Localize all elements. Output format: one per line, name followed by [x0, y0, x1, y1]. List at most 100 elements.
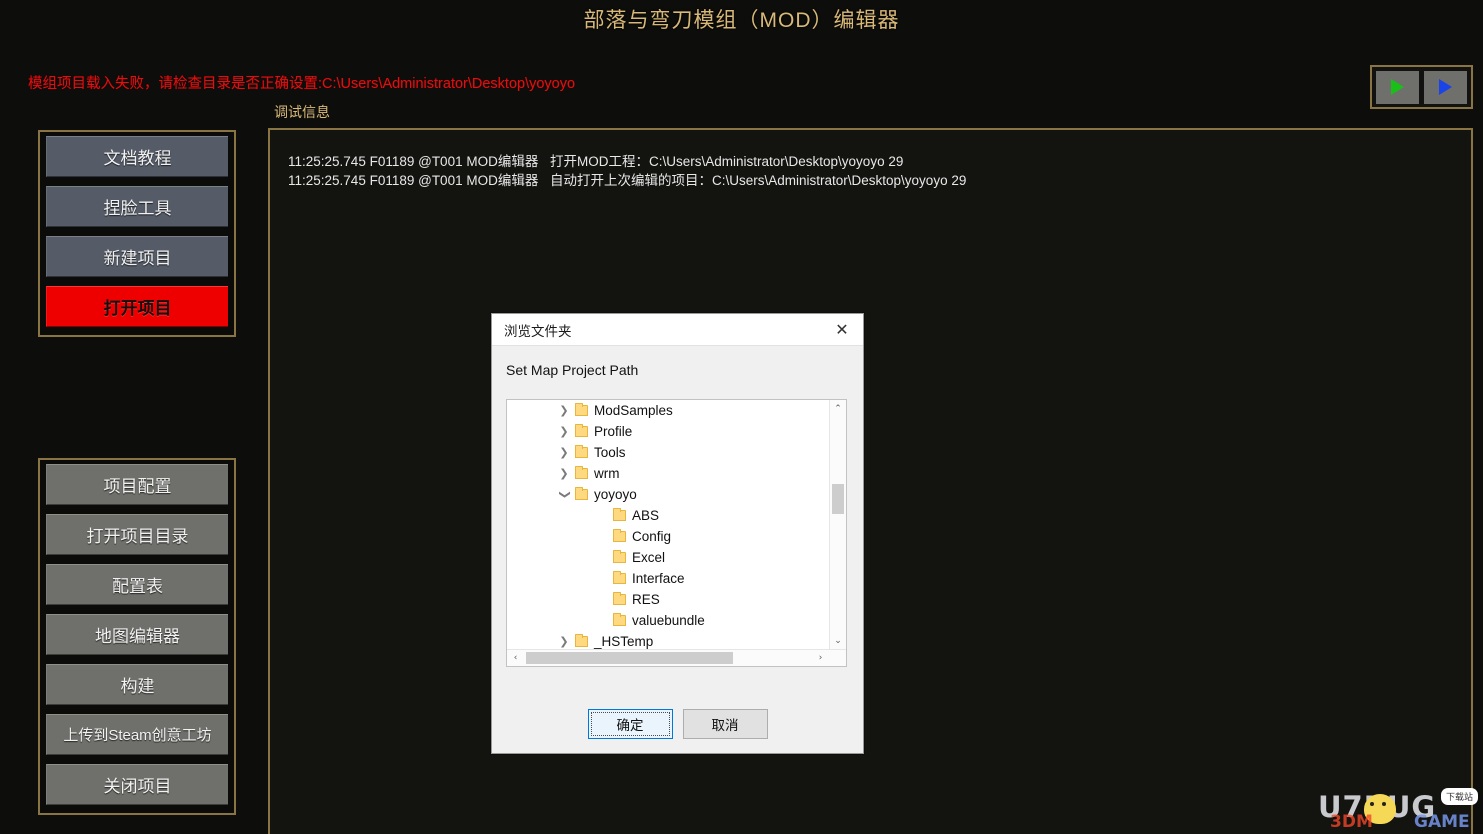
debug-log-panel: 11:25:25.745 F01189 @T001 MOD编辑器 打开MOD工程：… [268, 128, 1473, 834]
tree-item[interactable]: ❯ wrm [507, 463, 829, 484]
tree-item-label: wrm [594, 466, 620, 481]
sidebar-item-label: 新建项目 [103, 249, 172, 268]
debug-info-label: 调试信息 [274, 104, 330, 120]
tree-item[interactable]: Interface [507, 568, 829, 589]
tree-item-label: Config [632, 529, 672, 544]
browse-folder-dialog: 浏览文件夹 ✕ Set Map Project Path ❯ ModSamples… [491, 313, 864, 754]
page-title: 部落与弯刀模组（MOD）编辑器 [583, 9, 900, 32]
tree-item-label: ModSamples [594, 403, 673, 418]
tree-item[interactable]: Excel [507, 547, 829, 568]
sidebar-item-label: 地图编辑器 [95, 627, 180, 646]
tree-item[interactable]: ❯ Tools [507, 442, 829, 463]
tree-item[interactable]: valuebundle [507, 610, 829, 631]
tree-item[interactable]: ❯ ModSamples [507, 400, 829, 421]
sidebar-bottom-item-5[interactable]: 上传到Steam创意工坊 [46, 714, 228, 755]
folder-icon [613, 508, 626, 521]
close-icon[interactable]: ✕ [827, 317, 857, 343]
log-meta: 11:25:25.745 F01189 @T001 MOD编辑器 [288, 173, 539, 188]
sidebar-bottom-item-3[interactable]: 地图编辑器 [46, 614, 228, 655]
chevron-right-icon[interactable]: ❯ [553, 635, 575, 648]
tree-item-label: yoyoyo [594, 487, 637, 502]
folder-icon [575, 403, 588, 416]
folder-icon [575, 466, 588, 479]
sidebar-item-label: 项目配置 [103, 477, 172, 496]
chevron-down-icon[interactable]: ❮ [558, 484, 571, 506]
sidebar-top-group: 文档教程捏脸工具新建项目打开项目 [38, 130, 236, 337]
ok-button[interactable]: 确定 [587, 709, 673, 739]
folder-icon [613, 571, 626, 584]
debug-log-list: 11:25:25.745 F01189 @T001 MOD编辑器 打开MOD工程：… [288, 152, 1471, 190]
sidebar-bottom-item-2[interactable]: 配置表 [46, 564, 228, 605]
play-icon [1391, 79, 1404, 95]
tree-item[interactable]: ❯ Profile [507, 421, 829, 442]
folder-icon [575, 634, 588, 647]
tree-item-label: RES [632, 592, 660, 607]
chevron-right-icon[interactable]: ❯ [553, 446, 575, 459]
chevron-right-icon[interactable]: ❯ [553, 467, 575, 480]
tree-item[interactable]: RES [507, 589, 829, 610]
tree-vertical-scrollbar[interactable]: ⌃ ⌄ [829, 400, 846, 649]
sidebar-item-label: 打开项目目录 [86, 527, 189, 546]
sidebar-bottom-item-4[interactable]: 构建 [46, 664, 228, 705]
tree-horizontal-scrollbar[interactable]: ‹ › [507, 649, 846, 666]
chevron-right-icon[interactable]: ❯ [553, 404, 575, 417]
error-message: 模组项目载入失败，请检查目录是否正确设置:C:\Users\Administra… [28, 76, 576, 92]
chevron-right-icon[interactable]: ❯ [553, 425, 575, 438]
log-message: 自动打开上次编辑的项目：C:\Users\Administrator\Deskt… [550, 173, 967, 188]
horizontal-scrollbar-thumb[interactable] [526, 652, 733, 664]
tree-item-label: ABS [632, 508, 660, 523]
sidebar-top-item-2[interactable]: 新建项目 [46, 236, 228, 277]
sidebar-top-item-3[interactable]: 打开项目 [46, 286, 228, 327]
sidebar-item-label: 打开项目 [103, 299, 172, 318]
tree-item-label: Profile [594, 424, 633, 439]
log-meta: 11:25:25.745 F01189 @T001 MOD编辑器 [288, 154, 539, 169]
app-window: 部落与弯刀模组（MOD）编辑器 模组项目载入失败，请检查目录是否正确设置:C:\… [0, 0, 1483, 834]
folder-icon [613, 613, 626, 626]
sidebar-top-item-0[interactable]: 文档教程 [46, 136, 228, 177]
tree-item-label: _HSTemp [594, 634, 654, 649]
scroll-left-icon[interactable]: ‹ [507, 650, 524, 666]
sidebar-item-label: 上传到Steam创意工坊 [63, 727, 212, 744]
scroll-right-icon[interactable]: › [812, 650, 829, 666]
sidebar-bottom-item-6[interactable]: 关闭项目 [46, 764, 228, 805]
folder-icon [613, 529, 626, 542]
tree-item-label: Excel [632, 550, 666, 565]
folder-icon [575, 424, 588, 437]
sidebar-bottom-item-1[interactable]: 打开项目目录 [46, 514, 228, 555]
folder-tree-container: ❯ ModSamples ❯ Profile ❯ Tools ❯ wrm ❮ yoyoyo ABS C… [506, 399, 847, 667]
debug-run-button[interactable] [1424, 70, 1467, 104]
tree-item-label: Tools [594, 445, 626, 460]
tree-item[interactable]: ABS [507, 505, 829, 526]
folder-icon [613, 592, 626, 605]
sidebar-item-label: 配置表 [112, 577, 163, 596]
run-toolbar [1370, 65, 1473, 109]
cancel-button[interactable]: 取消 [682, 709, 768, 739]
folder-icon [613, 550, 626, 563]
folder-tree[interactable]: ❯ ModSamples ❯ Profile ❯ Tools ❯ wrm ❮ yoyoyo ABS C… [507, 400, 829, 649]
log-row: 11:25:25.745 F01189 @T001 MOD编辑器 打开MOD工程：… [288, 152, 1471, 171]
scroll-down-icon[interactable]: ⌄ [830, 632, 846, 649]
folder-icon [575, 445, 588, 458]
sidebar-item-label: 关闭项目 [103, 777, 172, 796]
tree-item[interactable]: Config [507, 526, 829, 547]
sidebar-bottom-group: 项目配置打开项目目录 配置表地图编辑器构建上传到Steam创意工坊 关闭项目 [38, 458, 236, 815]
dialog-title: 浏览文件夹 [504, 323, 572, 339]
vertical-scrollbar-thumb[interactable] [832, 484, 844, 514]
sidebar-item-label: 文档教程 [103, 149, 172, 168]
dialog-button-bar: 确定 取消 [492, 709, 863, 739]
tree-item-label: valuebundle [632, 613, 705, 628]
run-button[interactable] [1376, 70, 1419, 104]
sidebar-item-label: 捏脸工具 [103, 199, 172, 218]
scroll-up-icon[interactable]: ⌃ [830, 400, 846, 417]
tree-item-label: Interface [632, 571, 685, 586]
sidebar-item-label: 构建 [120, 677, 155, 696]
log-row: 11:25:25.745 F01189 @T001 MOD编辑器 自动打开上次编辑… [288, 171, 1471, 190]
tree-item[interactable]: ❮ yoyoyo [507, 484, 829, 505]
log-message: 打开MOD工程：C:\Users\Administrator\Desktop\y… [550, 154, 904, 169]
tree-item[interactable]: ❯ _HSTemp [507, 631, 829, 649]
play-debug-icon [1439, 79, 1452, 95]
sidebar-top-item-1[interactable]: 捏脸工具 [46, 186, 228, 227]
folder-icon [575, 487, 588, 500]
dialog-caption: Set Map Project Path [506, 362, 639, 378]
sidebar-bottom-item-0[interactable]: 项目配置 [46, 464, 228, 505]
